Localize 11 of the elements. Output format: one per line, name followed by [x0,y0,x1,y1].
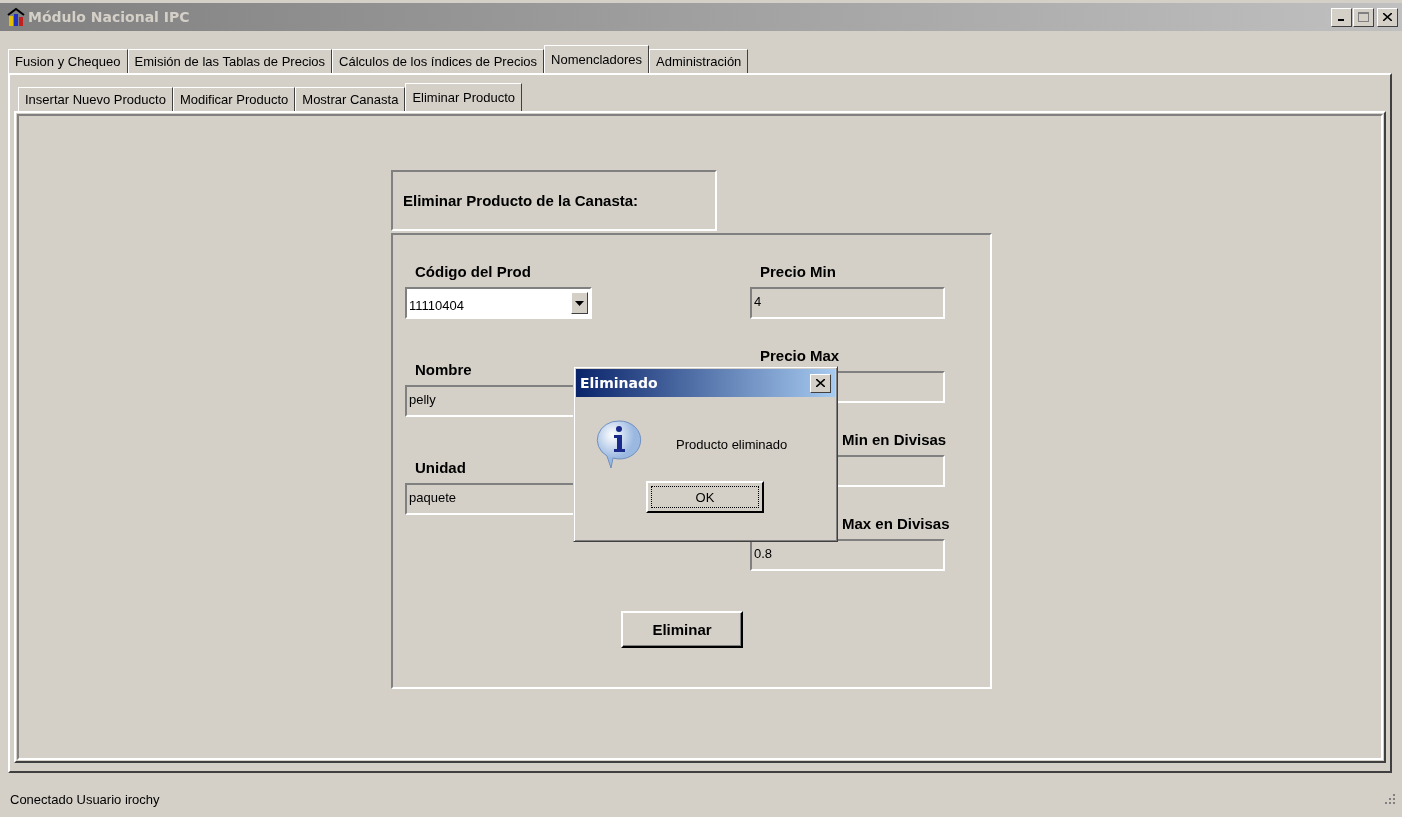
field-label: Precio Max [759,346,840,366]
field-label: Max en Divisas [841,514,950,534]
field-label: Código del Prod [414,262,531,282]
field-label: Nombre [414,360,472,380]
status-text: Conectado Usuario irochy [10,791,160,807]
dialog-message: Producto eliminado [676,436,788,452]
window-title: Módulo Nacional IPC [28,9,191,25]
field-label: Unidad [414,458,466,478]
section-heading: Eliminar Producto de la Canasta: [391,170,717,231]
field-label: Precio Min [759,262,836,282]
field-label: Min en Divisas [841,430,947,450]
